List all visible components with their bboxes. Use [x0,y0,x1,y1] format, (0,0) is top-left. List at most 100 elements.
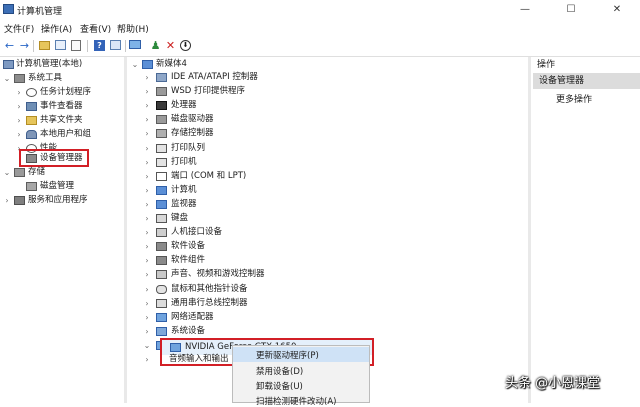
clock-icon [26,88,37,97]
toolbar-separator [125,40,126,52]
chevron-right-icon[interactable]: › [143,169,151,184]
chevron-right-icon[interactable]: › [143,126,151,141]
actions-selected-item[interactable]: 设备管理器 [533,73,640,89]
shared-folder-icon [26,116,37,125]
device-category-icon [156,144,167,153]
computer-icon [3,60,14,69]
device-category-icon [156,270,167,279]
device-category-icon [156,214,167,223]
menu-file[interactable]: 文件(F) [4,22,34,35]
update-driver-icon[interactable]: ♟ [149,39,162,52]
device-category-icon [156,172,167,181]
maximize-button[interactable]: ☐ [548,0,594,19]
actions-header: 操作 [537,60,556,70]
tree-services-label: 服务和应用程序 [28,195,88,205]
chevron-right-icon[interactable]: › [15,85,23,100]
device-category-label: 软件组件 [171,255,206,265]
chevron-right-icon[interactable]: › [15,99,23,114]
chevron-down-icon[interactable]: ⌄ [131,57,139,72]
left-scrollbar[interactable] [124,57,127,403]
update-driver-menu-item[interactable]: 更新驱动程序(P) [256,349,319,361]
minimize-button[interactable]: — [502,0,548,19]
device-category-icon [156,313,167,322]
chevron-right-icon[interactable]: › [143,310,151,325]
console-tree-icon[interactable] [54,39,67,52]
device-category-label: 监视器 [171,199,197,209]
download-icon[interactable]: ⬇ [179,39,192,52]
chevron-right-icon[interactable]: › [143,296,151,311]
device-category-label: 处理器 [171,100,197,110]
chevron-right-icon[interactable]: › [143,211,151,226]
help-icon[interactable]: ? [93,39,106,52]
device-category-icon [156,87,167,96]
tools-icon [14,74,25,83]
chevron-right-icon[interactable]: › [143,352,151,367]
close-button[interactable]: ✕ [594,0,640,19]
device-category-icon [156,200,167,209]
chevron-right-icon[interactable]: › [143,112,151,127]
device-category-label: 存储控制器 [171,128,214,138]
scan-hardware-menu-item[interactable]: 扫描检测硬件改动(A) [256,395,336,407]
chevron-right-icon[interactable]: › [3,193,11,208]
monitor-icon[interactable] [129,39,142,52]
chevron-right-icon[interactable]: › [143,225,151,240]
chevron-down-icon[interactable]: ⌄ [3,165,11,180]
device-category-label: 打印队列 [171,143,206,153]
chevron-right-icon[interactable]: › [143,70,151,85]
device-category-icon [156,101,167,110]
device-category-label: 声音、视频和游戏控制器 [171,269,265,279]
tree-system-tools-label: 系统工具 [28,73,63,83]
menu-action[interactable]: 操作(A) [41,22,72,35]
show-hide-pane-icon[interactable] [109,39,122,52]
chevron-right-icon[interactable]: › [143,98,151,113]
chevron-down-icon[interactable]: ⌄ [3,71,11,86]
device-category-label: IDE ATA/ATAPI 控制器 [171,72,258,82]
back-arrow-icon[interactable]: ← [3,39,16,52]
device-category-icon [156,129,167,138]
chevron-right-icon[interactable]: › [143,253,151,268]
menu-help[interactable]: 帮助(H) [117,22,149,35]
toolbar-separator [87,40,88,52]
users-icon [26,130,37,139]
properties-icon[interactable] [70,39,83,52]
more-actions-link[interactable]: 更多操作 [556,92,592,105]
chevron-right-icon[interactable]: › [143,84,151,99]
chevron-right-icon[interactable]: › [15,127,23,142]
chevron-right-icon[interactable]: › [143,267,151,282]
device-category-icon [156,256,167,265]
tree-disk-management-label: 磁盘管理 [40,181,75,191]
chevron-right-icon[interactable]: › [15,113,23,128]
chevron-right-icon[interactable]: › [143,141,151,156]
device-category-label: 键盘 [171,213,189,223]
actions-pane [532,57,640,403]
disk-icon [26,182,37,191]
chevron-right-icon[interactable]: › [143,239,151,254]
device-category-label: 网络适配器 [171,312,214,322]
device-category-icon [156,73,167,82]
up-folder-icon[interactable] [38,39,51,52]
toolbar-separator [33,40,34,52]
device-category-label: WSD 打印提供程序 [171,86,246,96]
chevron-right-icon[interactable]: › [143,183,151,198]
device-category-label: 通用串行总线控制器 [171,298,248,308]
chevron-right-icon[interactable]: › [143,282,151,297]
watermark: 头条 @小恩课堂 [505,376,601,391]
device-category-icon [156,228,167,237]
forward-arrow-icon[interactable]: → [18,39,31,52]
device-category-label: 打印机 [171,157,197,167]
uninstall-device-menu-item[interactable]: 卸载设备(U) [256,380,303,392]
device-category-icon [156,299,167,308]
chevron-right-icon[interactable]: › [143,324,151,339]
disable-device-menu-item[interactable]: 禁用设备(D) [256,365,303,377]
chevron-right-icon[interactable]: › [143,155,151,170]
tree-task-scheduler-label: 任务计划程序 [40,87,92,97]
device-category-icon [156,115,167,124]
tree-shared-folders-label: 共享文件夹 [40,115,83,125]
middle-scrollbar[interactable] [528,57,531,403]
uninstall-icon[interactable]: ✕ [164,39,177,52]
chevron-right-icon[interactable]: › [143,197,151,212]
chevron-down-icon[interactable]: ⌄ [143,338,151,353]
device-category-label: 端口 (COM 和 LPT) [171,171,247,181]
menu-view[interactable]: 查看(V) [80,22,111,35]
device-category-icon [156,158,167,167]
